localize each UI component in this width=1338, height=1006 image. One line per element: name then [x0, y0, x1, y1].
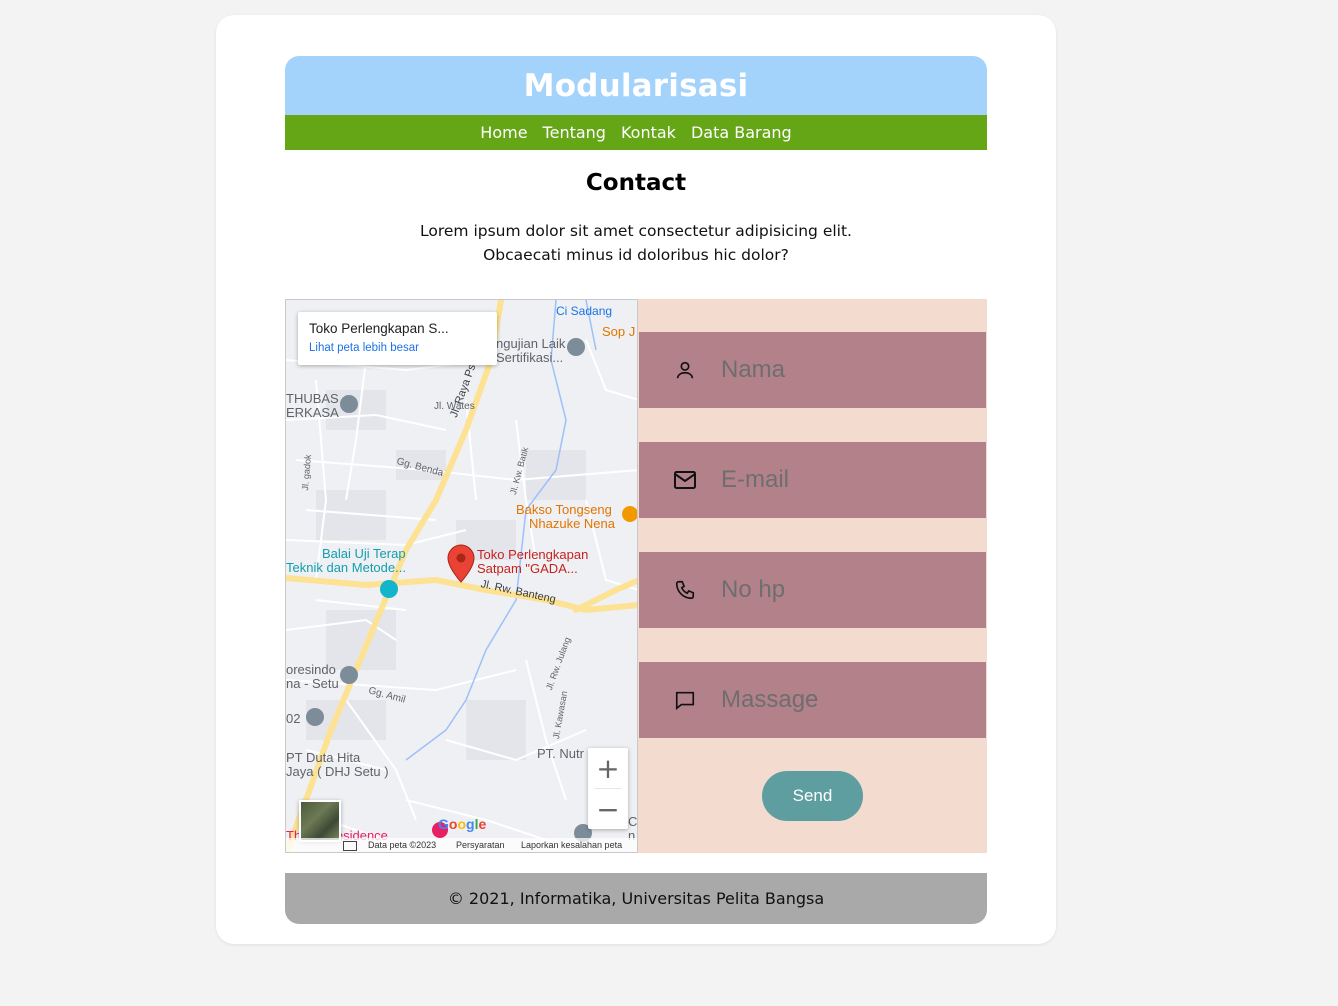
map-label: THUBAS: [286, 391, 339, 406]
contact-form: Send: [638, 299, 987, 853]
zoom-out-button[interactable]: −: [588, 789, 628, 829]
name-field: [639, 332, 986, 408]
embedded-map[interactable]: Ci Sadang Sop J ngujian Laik Sertifikasi…: [285, 299, 638, 853]
map-label: oresindo: [286, 662, 336, 677]
main-nav: Home Tentang Kontak Data Barang: [285, 115, 987, 150]
site-header: Modularisasi: [285, 56, 987, 115]
page-title: Contact: [585, 170, 687, 196]
page-description: Lorem ipsum dolor sit amet consectetur a…: [420, 222, 852, 264]
send-button[interactable]: Send: [762, 771, 863, 821]
map-label: ERKASA: [286, 405, 339, 420]
map-info-box: Toko Perlengkapan S... Lihat peta lebih …: [298, 312, 497, 365]
map-label: Nhazuke Nena: [529, 516, 615, 531]
map-label: Bakso Tongseng: [516, 502, 612, 517]
map-data-credit: Data peta ©2023: [368, 840, 437, 850]
email-field: [639, 442, 986, 518]
map-label: Sop J: [602, 324, 636, 339]
site-footer: © 2021, Informatika, Universitas Pelita …: [285, 873, 987, 924]
map-label: ngujian Laik: [496, 336, 566, 351]
map-attribution: Data peta ©2023 Persyaratan Laporkan kes…: [286, 838, 637, 852]
nav-home[interactable]: Home: [480, 123, 527, 142]
nav-tentang[interactable]: Tentang: [543, 123, 606, 142]
google-logo: Google: [438, 816, 487, 832]
message-icon: [670, 685, 700, 715]
nav-data-barang[interactable]: Data Barang: [691, 123, 792, 142]
site-title: Modularisasi: [523, 67, 749, 104]
map-label: PT. Nutr: [537, 746, 584, 761]
name-input[interactable]: [719, 355, 963, 385]
map-label: Jaya ( DHJ Setu ): [286, 764, 389, 779]
phone-input[interactable]: [719, 575, 963, 605]
map-label: Ci Sadang: [556, 304, 613, 318]
zoom-controls: + −: [588, 748, 628, 829]
nav-kontak[interactable]: Kontak: [621, 123, 676, 142]
map-label: Teknik dan Metode...: [286, 560, 406, 575]
user-icon: [670, 355, 700, 385]
phone-icon: [670, 575, 700, 605]
map-label: 02: [286, 711, 301, 726]
zoom-in-button[interactable]: +: [588, 748, 628, 788]
map-place-title: Toko Perlengkapan S...: [309, 321, 449, 336]
view-larger-map-link[interactable]: Lihat peta lebih besar: [309, 342, 419, 354]
map-report-link[interactable]: Laporkan kesalahan peta: [521, 840, 622, 850]
map-terms-link[interactable]: Persyaratan: [456, 840, 505, 850]
map-label: Toko Perlengkapan: [477, 547, 589, 562]
map-label: PT Duta Hita: [286, 750, 361, 765]
mail-icon: [670, 465, 700, 495]
map-label: Sertifikasi...: [496, 350, 564, 365]
map-label: C: [628, 814, 638, 829]
keyboard-icon[interactable]: [343, 841, 357, 851]
map-label: Balai Uji Terap: [322, 546, 406, 561]
footer-text: © 2021, Informatika, Universitas Pelita …: [447, 889, 825, 908]
phone-field: [639, 552, 986, 628]
map-label: na - Setu: [286, 676, 339, 691]
message-field: [639, 662, 986, 738]
map-label: Satpam "GADA...: [477, 561, 578, 576]
satellite-toggle[interactable]: [299, 800, 341, 842]
message-input[interactable]: [719, 685, 963, 715]
email-input[interactable]: [719, 465, 963, 495]
